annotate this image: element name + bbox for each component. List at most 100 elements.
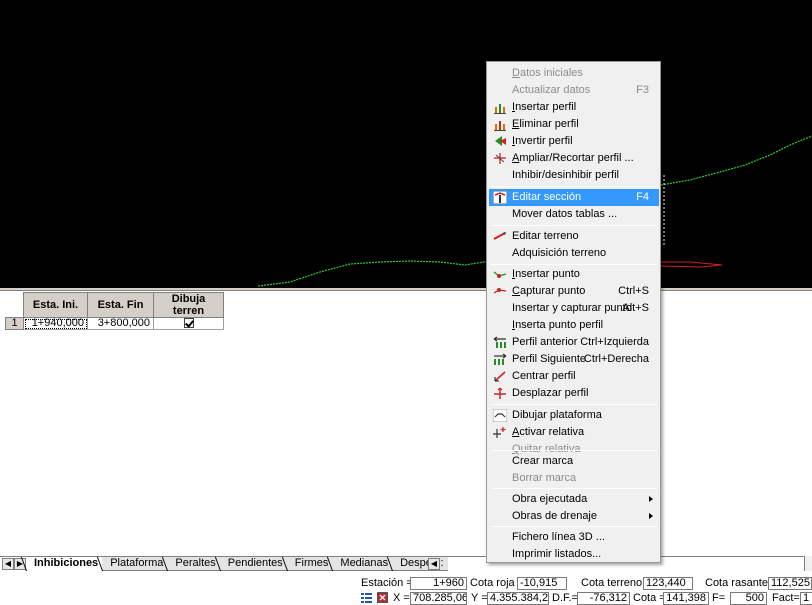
menu-item-editar-seccion[interactable]: Editar sección F4 [489,189,659,206]
menu-item-label: Centrar perfil [512,370,576,382]
move-profile-icon [494,387,506,399]
column-header-esta-ini[interactable]: Esta. Ini. [23,292,88,318]
menu-item-imprimir-listados[interactable]: Imprimir listados... [489,546,659,563]
menu-item-actualizar-datos[interactable]: Actualizar datos F3 [489,82,659,99]
trim-profile-icon [494,153,506,164]
horizontal-scroll-left-button[interactable]: ◀ [428,558,440,570]
menu-item-label: Capturar punto [512,283,585,300]
menu-item-borrar-marca[interactable]: Borrar marca [489,470,659,487]
menu-item-shortcut: Ctrl+S [618,285,649,297]
right-scroll-edge[interactable] [804,556,812,571]
cota-rasante-field[interactable]: 112,525 [768,577,812,590]
tab-scroll-left-button[interactable]: ◀ [2,558,14,570]
menu-item-label: Obras de drenaje [512,510,597,522]
menu-item-label: Imprimir listados... [512,548,602,560]
estacion-field[interactable]: 1+960 [410,577,467,590]
menu-item-insertar-punto[interactable]: Insertar punto [489,266,659,283]
tab-medianas[interactable]: Medianas [332,557,393,571]
menu-item-adquisicion-terreno[interactable]: Adquisición terreno [489,245,659,262]
tab-pendientes[interactable]: Pendientes [219,557,287,571]
menu-item-perfil-siguiente[interactable]: Perfil Siguiente Ctrl+Derecha [489,351,659,368]
menu-item-activar-relativa[interactable]: Activar relativa [489,424,659,441]
menu-item-dibujar-plataforma[interactable]: Dibujar plataforma [489,407,659,424]
menu-item-eliminar-perfil[interactable]: Eliminar perfil [489,116,659,133]
cota-terreno-label: Cota terreno = [581,577,652,589]
estacion-label: Estación = [361,577,413,589]
tab-peraltes[interactable]: Peraltes [167,557,220,571]
menu-item-editar-terreno[interactable]: Editar terreno [489,228,659,245]
cell-esta-ini[interactable]: 1+940,000 [23,317,88,330]
menu-item-fichero-linea-3d[interactable]: Fichero línea 3D ... [489,529,659,546]
corner-header [5,292,24,318]
menu-item-obras-de-drenaje[interactable]: Obras de drenaje [489,508,659,525]
menu-item-ampliar-recortar-perfil[interactable]: Ampliar/Recortar perfil ... [489,150,659,167]
menu-item-capturar-punto[interactable]: Capturar punto Ctrl+S [489,283,659,300]
menu-item-datos-iniciales[interactable]: Datos iniciales [489,65,659,82]
insert-profile-icon [494,104,506,114]
profile-drawing-canvas[interactable] [0,0,812,288]
menu-item-label: Datos iniciales [512,65,583,82]
cell-esta-fin[interactable]: 3+800,000 [87,317,154,330]
cell-dibuja-terreno[interactable] [153,317,224,330]
menu-item-obra-ejecutada[interactable]: Obra ejecutada [489,491,659,508]
menu-item-inhibir-perfil[interactable]: Inhibir/desinhibir perfil [489,167,659,184]
section-line [660,261,723,268]
status-panel: Estación = 1+960 Cota roja = -10,915 Cot… [0,571,812,605]
sheet-tabs: Inhibiciones Plataforma Peraltes Pendien… [26,557,448,571]
menu-item-mover-datos-tablas[interactable]: Mover datos tablas ... [489,206,659,223]
menu-item-inserta-punto-perfil[interactable]: Inserta punto perfil [489,317,659,334]
menu-item-shortcut: Alt+S [622,302,649,314]
column-header-dibuja-terreno[interactable]: Dibuja terren [153,292,224,318]
y-coordinate-field[interactable]: 4.355.384,234 [487,592,549,605]
edit-terrain-icon [493,232,506,240]
menu-item-label: Eliminar perfil [512,116,579,133]
menu-item-label: Inserta punto perfil [512,317,603,334]
menu-item-shortcut: F3 [636,84,649,96]
menu-item-label: Mover datos tablas ... [512,208,618,220]
dibuja-terreno-checkbox[interactable] [183,318,194,329]
close-red-icon[interactable] [377,592,388,603]
y-label: Y = [471,592,488,604]
table-area [0,291,812,556]
menu-separator [491,488,657,489]
tab-inhibiciones[interactable]: Inhibiciones [26,557,103,571]
fact-field[interactable]: 1 [800,592,812,605]
list-icon[interactable] [361,592,372,603]
df-field[interactable]: -76,312 [577,592,630,605]
cota-field[interactable]: 141,398 [663,592,709,605]
pane-splitter[interactable] [0,288,812,291]
f-field[interactable]: 500 [730,592,767,605]
menu-item-shortcut: Ctrl+Derecha [583,353,649,365]
menu-item-label: Perfil anterior [512,336,578,348]
menu-item-perfil-anterior[interactable]: Perfil anterior Ctrl+Izquierda [489,334,659,351]
triangle-left-icon: ◀ [430,559,438,568]
label-rest: ctivar relativa [519,426,585,438]
delete-profile-icon [494,121,506,131]
context-menu: Datos iniciales Actualizar datos F3 Inse… [486,61,661,563]
inhibitions-table: Esta. Ini. Esta. Fin Dibuja terren 1 1+9… [5,292,224,330]
row-number[interactable]: 1 [5,317,24,330]
menu-separator [491,526,657,527]
menu-item-insertar-capturar-punto[interactable]: Insertar y capturar punto Alt+S [489,300,659,317]
label-rest: nsertar punto [515,268,580,280]
cota-rasante-label: Cota rasante = [705,577,778,589]
menu-item-label: Editar sección [512,191,582,203]
menu-item-crear-marca[interactable]: Crear marca [489,453,659,470]
next-profile-icon [494,353,507,365]
menu-item-invertir-perfil[interactable]: Invertir perfil [489,133,659,150]
column-header-esta-fin[interactable]: Esta. Fin [87,292,154,318]
menu-item-centrar-perfil[interactable]: Centrar perfil [489,368,659,385]
label-rest: apturar punto [519,285,586,297]
menu-item-insertar-perfil[interactable]: Insertar perfil [489,99,659,116]
x-coordinate-field[interactable]: 708.285,060 [410,592,467,605]
label-rest: liminar perfil [519,118,579,130]
menu-item-shortcut: F4 [636,191,649,203]
cota-terreno-field[interactable]: 123,440 [643,577,693,590]
tab-firmes[interactable]: Firmes [286,557,333,571]
submenu-arrow-icon [649,513,653,519]
edit-section-icon [493,191,507,204]
tab-plataforma[interactable]: Plataforma [102,557,168,571]
menu-item-desplazar-perfil[interactable]: Desplazar perfil [489,385,659,402]
cota-roja-field[interactable]: -10,915 [517,577,567,590]
application-window: Esta. Ini. Esta. Fin Dibuja terren 1 1+9… [0,0,812,605]
